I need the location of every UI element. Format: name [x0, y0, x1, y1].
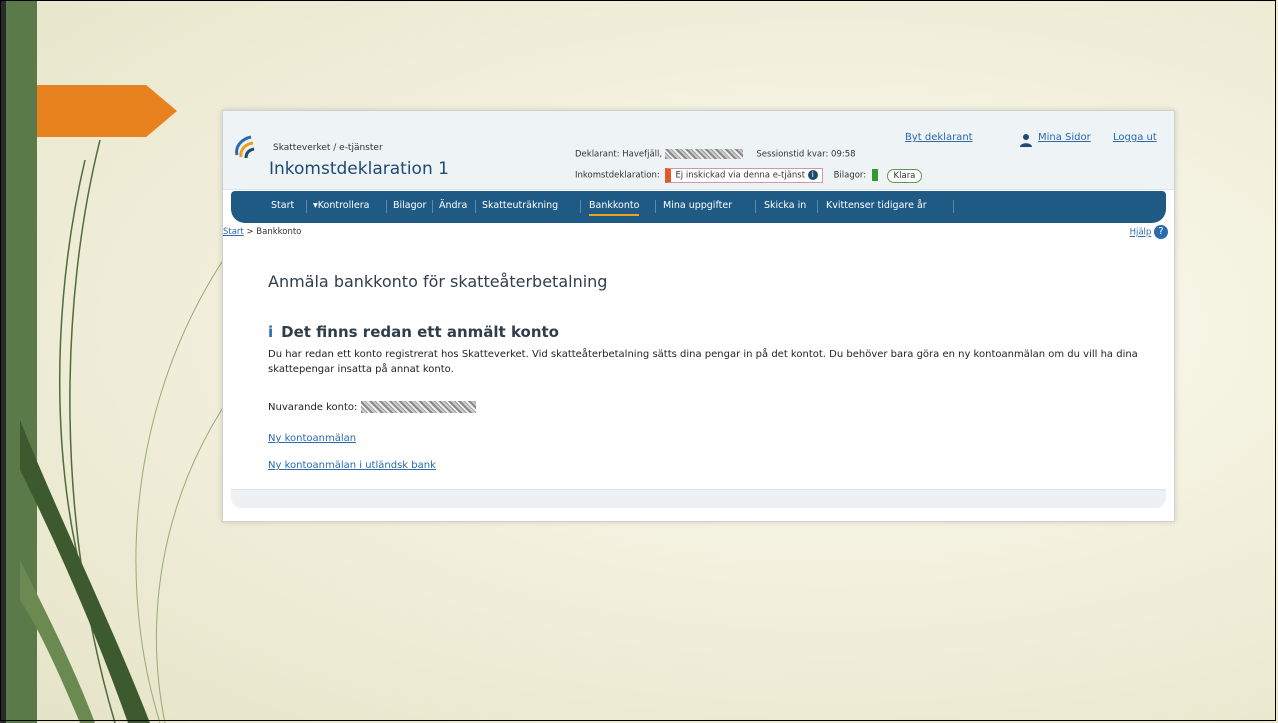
- redacted-id: [664, 149, 743, 159]
- inkomst-label: Inkomstdeklaration:: [575, 170, 660, 181]
- deklarant-label: Deklarant: Havefjäll,: [575, 149, 663, 160]
- breadcrumb: Start > Bankkonto: [223, 227, 301, 237]
- breadcrumb-separator: >: [246, 227, 254, 237]
- app-title: Inkomstdeklaration 1: [269, 159, 449, 179]
- notice-title-text: Det finns redan ett anmält konto: [281, 323, 559, 341]
- nav-start[interactable]: Start: [271, 200, 294, 211]
- nav-mina-uppgifter[interactable]: Mina uppgifter: [663, 200, 732, 211]
- session-time: Sessionstid kvar: 09:58: [756, 149, 856, 160]
- header-breadcrumb: Skatteverket / e-tjänster: [273, 143, 383, 153]
- mina-sidor-link[interactable]: Mina Sidor: [1038, 132, 1091, 143]
- nav-divider: [580, 200, 581, 213]
- breadcrumb-current: Bankkonto: [256, 227, 302, 237]
- nav-divider: [755, 200, 756, 213]
- notice-heading: i Det finns redan ett anmält konto: [268, 323, 559, 341]
- current-account-label: Nuvarande konto:: [268, 402, 358, 413]
- nav-divider: [475, 200, 476, 213]
- bilagor-status-badge: Klara: [886, 168, 923, 183]
- nav-divider: [432, 200, 433, 213]
- help-question-icon: ?: [1154, 225, 1168, 239]
- nav-bilagor[interactable]: Bilagor: [393, 200, 426, 211]
- nav-kvittenser[interactable]: Kvittenser tidigare år: [826, 200, 927, 211]
- breadcrumb-start-link[interactable]: Start: [223, 227, 244, 237]
- skatteverket-logo-icon: [235, 135, 255, 159]
- current-account: Nuvarande konto:: [268, 401, 476, 413]
- nav-skatteutrakning[interactable]: Skatteuträkning: [482, 200, 558, 211]
- declaration-status: Inkomstdeklaration: Ej inskickad via den…: [575, 168, 923, 183]
- page-title: Anmäla bankkonto för skatteåterbetalning: [268, 272, 608, 291]
- app-header: Skatteverket / e-tjänster Inkomstdeklara…: [223, 111, 1174, 190]
- nav-divider: [306, 200, 307, 213]
- info-icon[interactable]: i: [807, 170, 818, 180]
- app-window: Skatteverket / e-tjänster Inkomstdeklara…: [222, 110, 1175, 522]
- byt-deklarant-link[interactable]: Byt deklarant: [905, 132, 973, 143]
- nav-bankkonto[interactable]: Bankkonto: [589, 200, 640, 216]
- new-account-link[interactable]: Ny kontoanmälan: [268, 433, 356, 444]
- status-badge: Ej inskickad via denna e-tjänst i: [665, 168, 823, 183]
- person-icon: [1020, 134, 1032, 147]
- nav-andra[interactable]: Ändra: [439, 200, 467, 211]
- info-i-icon: i: [268, 323, 274, 341]
- nav-skicka-in[interactable]: Skicka in: [764, 200, 806, 211]
- status-text: Ej inskickad via denna e-tjänst: [675, 170, 806, 181]
- help-label: Hjälp: [1129, 227, 1152, 238]
- main-nav: Start ▾Kontrollera Bilagor Ändra Skatteu…: [231, 191, 1166, 223]
- redacted-account-number: [360, 401, 476, 413]
- nav-divider: [386, 200, 387, 213]
- deklarant-info: Deklarant: Havefjäll, Sessionstid kvar: …: [575, 149, 856, 160]
- help-link[interactable]: Hjälp ?: [1130, 225, 1168, 239]
- nav-kontrollera[interactable]: ▾Kontrollera: [313, 200, 369, 211]
- logga-ut-link[interactable]: Logga ut: [1113, 132, 1157, 143]
- new-foreign-account-link[interactable]: Ny kontoanmälan i utländsk bank: [268, 460, 436, 471]
- app-footer: [231, 489, 1166, 508]
- green-flag-icon: [871, 169, 878, 181]
- nav-divider: [817, 200, 818, 213]
- nav-divider: [953, 200, 954, 213]
- bilagor-label: Bilagor:: [833, 170, 867, 181]
- notice-body: Du har redan ett konto registrerat hos S…: [268, 349, 1138, 375]
- nav-divider: [655, 200, 656, 213]
